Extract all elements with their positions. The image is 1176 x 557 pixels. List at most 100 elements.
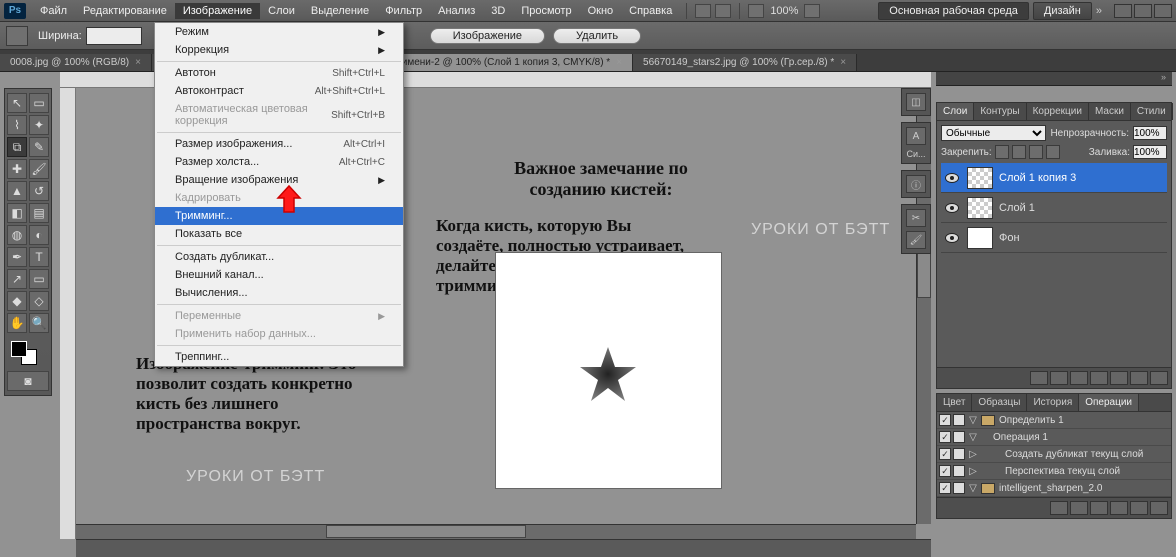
width-input[interactable]: [86, 27, 142, 45]
menu-item--[interactable]: Тримминг...: [155, 207, 403, 225]
scrollbar-horizontal[interactable]: [76, 524, 916, 539]
disclosure-icon[interactable]: ▷: [967, 466, 979, 477]
record-icon[interactable]: [1070, 501, 1088, 515]
arrange-icon[interactable]: [695, 4, 711, 18]
window-maximize-icon[interactable]: [1134, 4, 1152, 18]
layer-group-icon[interactable]: [1110, 371, 1128, 385]
lock-all-icon[interactable]: [1046, 145, 1060, 159]
menu-item--[interactable]: Размер холста...Alt+Ctrl+C: [155, 153, 403, 171]
workspace-more-icon[interactable]: »: [1096, 5, 1102, 17]
dodge-tool-icon[interactable]: ◐: [29, 225, 49, 245]
visibility-toggle-icon[interactable]: [945, 203, 959, 213]
workspace-design-button[interactable]: Дизайн: [1033, 2, 1092, 20]
menu-item--[interactable]: АвтотонShift+Ctrl+L: [155, 64, 403, 82]
menu-3d[interactable]: 3D: [483, 3, 513, 19]
foreground-color-swatch[interactable]: [11, 341, 27, 357]
layer-row[interactable]: Слой 1: [941, 193, 1167, 223]
menu-фильтр[interactable]: Фильтр: [377, 3, 430, 19]
adjustment-layer-icon[interactable]: [1090, 371, 1108, 385]
hand-icon[interactable]: [748, 4, 764, 18]
action-dialog-toggle[interactable]: [953, 414, 965, 426]
3d-camera-icon[interactable]: ◇: [29, 291, 49, 311]
document-tab[interactable]: 56670149_stars2.jpg @ 100% (Гр.сер./8) *…: [633, 54, 857, 71]
layer-name[interactable]: Слой 1: [997, 202, 1167, 214]
action-dialog-toggle[interactable]: [953, 465, 965, 477]
panel-tab-маски[interactable]: Маски: [1089, 103, 1131, 120]
info-panel-icon[interactable]: ⓘ: [906, 175, 926, 193]
lock-pixels-icon[interactable]: [1012, 145, 1026, 159]
image-button[interactable]: Изображение: [430, 28, 545, 44]
panel-tab-цвет[interactable]: Цвет: [937, 394, 972, 411]
layer-row[interactable]: Фон: [941, 223, 1167, 253]
layer-mask-icon[interactable]: [1070, 371, 1088, 385]
new-action-icon[interactable]: [1130, 501, 1148, 515]
blur-tool-icon[interactable]: ◍: [7, 225, 27, 245]
crop-tool-icon[interactable]: ⧉: [7, 137, 27, 157]
delete-button[interactable]: Удалить: [553, 28, 641, 44]
menu-справка[interactable]: Справка: [621, 3, 680, 19]
gradient-tool-icon[interactable]: ▤: [29, 203, 49, 223]
stamp-tool-icon[interactable]: ▲: [7, 181, 27, 201]
hand-tool-icon[interactable]: ✋: [7, 313, 27, 333]
menu-item--[interactable]: Внешний канал...: [155, 266, 403, 284]
wand-tool-icon[interactable]: ✦: [29, 115, 49, 135]
disclosure-icon[interactable]: ▽: [967, 415, 979, 426]
color-swatches[interactable]: [7, 339, 49, 369]
blend-mode-select[interactable]: Обычные: [941, 125, 1046, 141]
menu-редактирование[interactable]: Редактирование: [75, 3, 175, 19]
visibility-toggle-icon[interactable]: [945, 233, 959, 243]
layer-thumbnail[interactable]: [967, 227, 993, 249]
menu-анализ[interactable]: Анализ: [430, 3, 483, 19]
menu-item--[interactable]: Режим▶: [155, 23, 403, 41]
action-checkbox[interactable]: ✓: [939, 482, 951, 494]
panel-tab-образцы[interactable]: Образцы: [972, 394, 1027, 411]
menu-item--[interactable]: Создать дубликат...: [155, 248, 403, 266]
tool-presets-icon[interactable]: ✂: [906, 209, 926, 227]
window-close-icon[interactable]: [1154, 4, 1172, 18]
action-row[interactable]: ✓▽Операция 1: [937, 429, 1171, 446]
layer-row[interactable]: Слой 1 копия 3: [941, 163, 1167, 193]
panel-tab-контуры[interactable]: Контуры: [974, 103, 1026, 120]
menu-item--[interactable]: Размер изображения...Alt+Ctrl+I: [155, 135, 403, 153]
heal-tool-icon[interactable]: ✚: [7, 159, 27, 179]
pen-tool-icon[interactable]: ✒: [7, 247, 27, 267]
new-set-icon[interactable]: [1110, 501, 1128, 515]
close-tab-icon[interactable]: ×: [616, 57, 622, 68]
layer-thumbnail[interactable]: [967, 197, 993, 219]
action-dialog-toggle[interactable]: [953, 431, 965, 443]
menu-item--[interactable]: Вращение изображения▶: [155, 171, 403, 189]
action-checkbox[interactable]: ✓: [939, 448, 951, 460]
eraser-tool-icon[interactable]: ◧: [7, 203, 27, 223]
action-checkbox[interactable]: ✓: [939, 431, 951, 443]
menu-item--[interactable]: Коррекция▶: [155, 41, 403, 59]
delete-action-icon[interactable]: [1150, 501, 1168, 515]
action-row[interactable]: ✓▷Перспектива текущ слой: [937, 463, 1171, 480]
disclosure-icon[interactable]: ▽: [967, 483, 979, 494]
move-tool-icon[interactable]: ↖: [7, 93, 27, 113]
menu-окно[interactable]: Окно: [580, 3, 622, 19]
panel-tab-история[interactable]: История: [1027, 394, 1079, 411]
layer-fx-icon[interactable]: [1050, 371, 1068, 385]
action-row[interactable]: ✓▽intelligent_sharpen_2.0: [937, 480, 1171, 497]
disclosure-icon[interactable]: ▷: [967, 449, 979, 460]
stop-icon[interactable]: [1050, 501, 1068, 515]
layer-name[interactable]: Фон: [997, 232, 1167, 244]
brush-tool-icon[interactable]: 🖌: [29, 159, 49, 179]
link-layers-icon[interactable]: [1030, 371, 1048, 385]
layer-name[interactable]: Слой 1 копия 3: [997, 172, 1167, 184]
document-tab[interactable]: Без имени-2 @ 100% (Слой 1 копия 3, CMYK…: [372, 54, 633, 71]
action-checkbox[interactable]: ✓: [939, 414, 951, 426]
fill-input[interactable]: [1133, 145, 1167, 159]
action-row[interactable]: ✓▷Создать дубликат текущ слой: [937, 446, 1171, 463]
workspace-main-button[interactable]: Основная рабочая среда: [878, 2, 1029, 20]
screen-mode-icon[interactable]: [715, 4, 731, 18]
menu-item--[interactable]: Треппинг...: [155, 348, 403, 366]
crop-tool-icon[interactable]: [6, 26, 28, 46]
menu-слои[interactable]: Слои: [260, 3, 303, 19]
menu-просмотр[interactable]: Просмотр: [513, 3, 579, 19]
menu-item--[interactable]: АвтоконтрастAlt+Shift+Ctrl+L: [155, 82, 403, 100]
view-extras-icon[interactable]: [804, 4, 820, 18]
quickmask-icon[interactable]: ◙: [7, 371, 49, 391]
brush-panel-icon[interactable]: 🖌: [906, 231, 926, 249]
menu-item--[interactable]: Показать все: [155, 225, 403, 243]
